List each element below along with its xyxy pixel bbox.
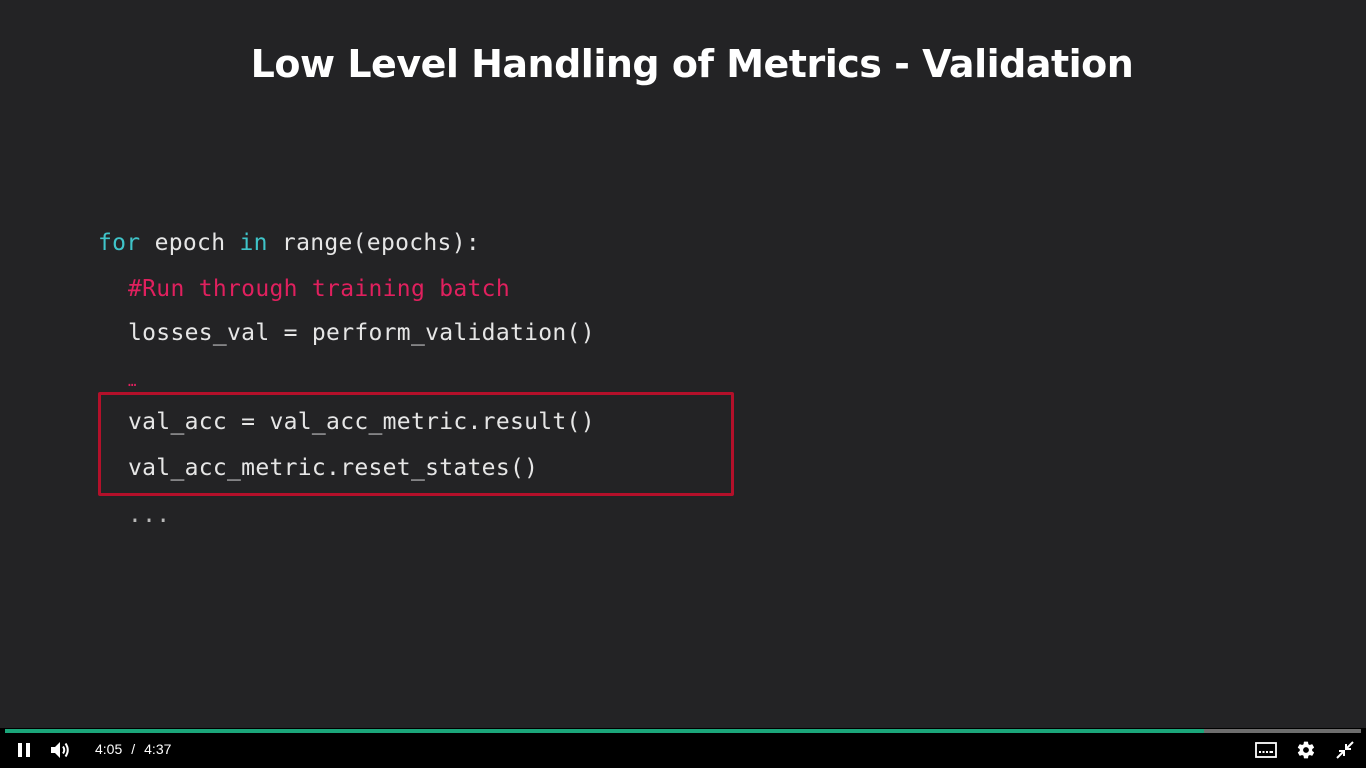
code-ellipsis: ... (128, 502, 171, 528)
slide-title: Low Level Handling of Metrics - Validati… (250, 42, 1134, 86)
progress-bar[interactable] (5, 729, 1361, 733)
exit-fullscreen-button[interactable] (1333, 738, 1357, 762)
code-text: losses_val = perform_validation() (128, 320, 595, 346)
captions-icon (1255, 742, 1277, 758)
code-line-1: for epoch in range(epochs): (98, 226, 480, 260)
code-text: epoch (140, 230, 240, 256)
code-line-7: ... (128, 498, 170, 532)
code-text: range(epochs): (267, 230, 480, 256)
code-keyword-in: in (239, 230, 268, 256)
video-frame[interactable]: Low Level Handling of Metrics - Validati… (0, 0, 1366, 728)
code-line-3: losses_val = perform_validation() (128, 316, 595, 350)
video-player: Low Level Handling of Metrics - Validati… (0, 0, 1366, 768)
code-ellipsis: … (128, 374, 137, 390)
code-line-4: … (128, 362, 137, 396)
code-line-2: #Run through training batch (128, 272, 510, 306)
pause-button[interactable] (12, 738, 36, 762)
duration: 4:37 (144, 741, 172, 757)
player-controls: 4:05 / 4:37 (0, 728, 1366, 768)
volume-icon (51, 742, 69, 758)
highlight-box (98, 392, 734, 496)
time-display: 4:05 / 4:37 (95, 741, 171, 757)
pause-icon (18, 743, 30, 757)
current-time: 4:05 (95, 741, 123, 757)
captions-button[interactable] (1254, 738, 1278, 762)
progress-fill (5, 729, 1204, 733)
code-keyword-for: for (98, 230, 141, 256)
volume-button[interactable] (48, 738, 72, 762)
settings-button[interactable] (1294, 738, 1318, 762)
time-separator: / (131, 741, 136, 757)
exit-fullscreen-icon (1336, 741, 1354, 759)
gear-icon (1297, 741, 1315, 759)
code-comment: #Run through training batch (128, 276, 510, 302)
